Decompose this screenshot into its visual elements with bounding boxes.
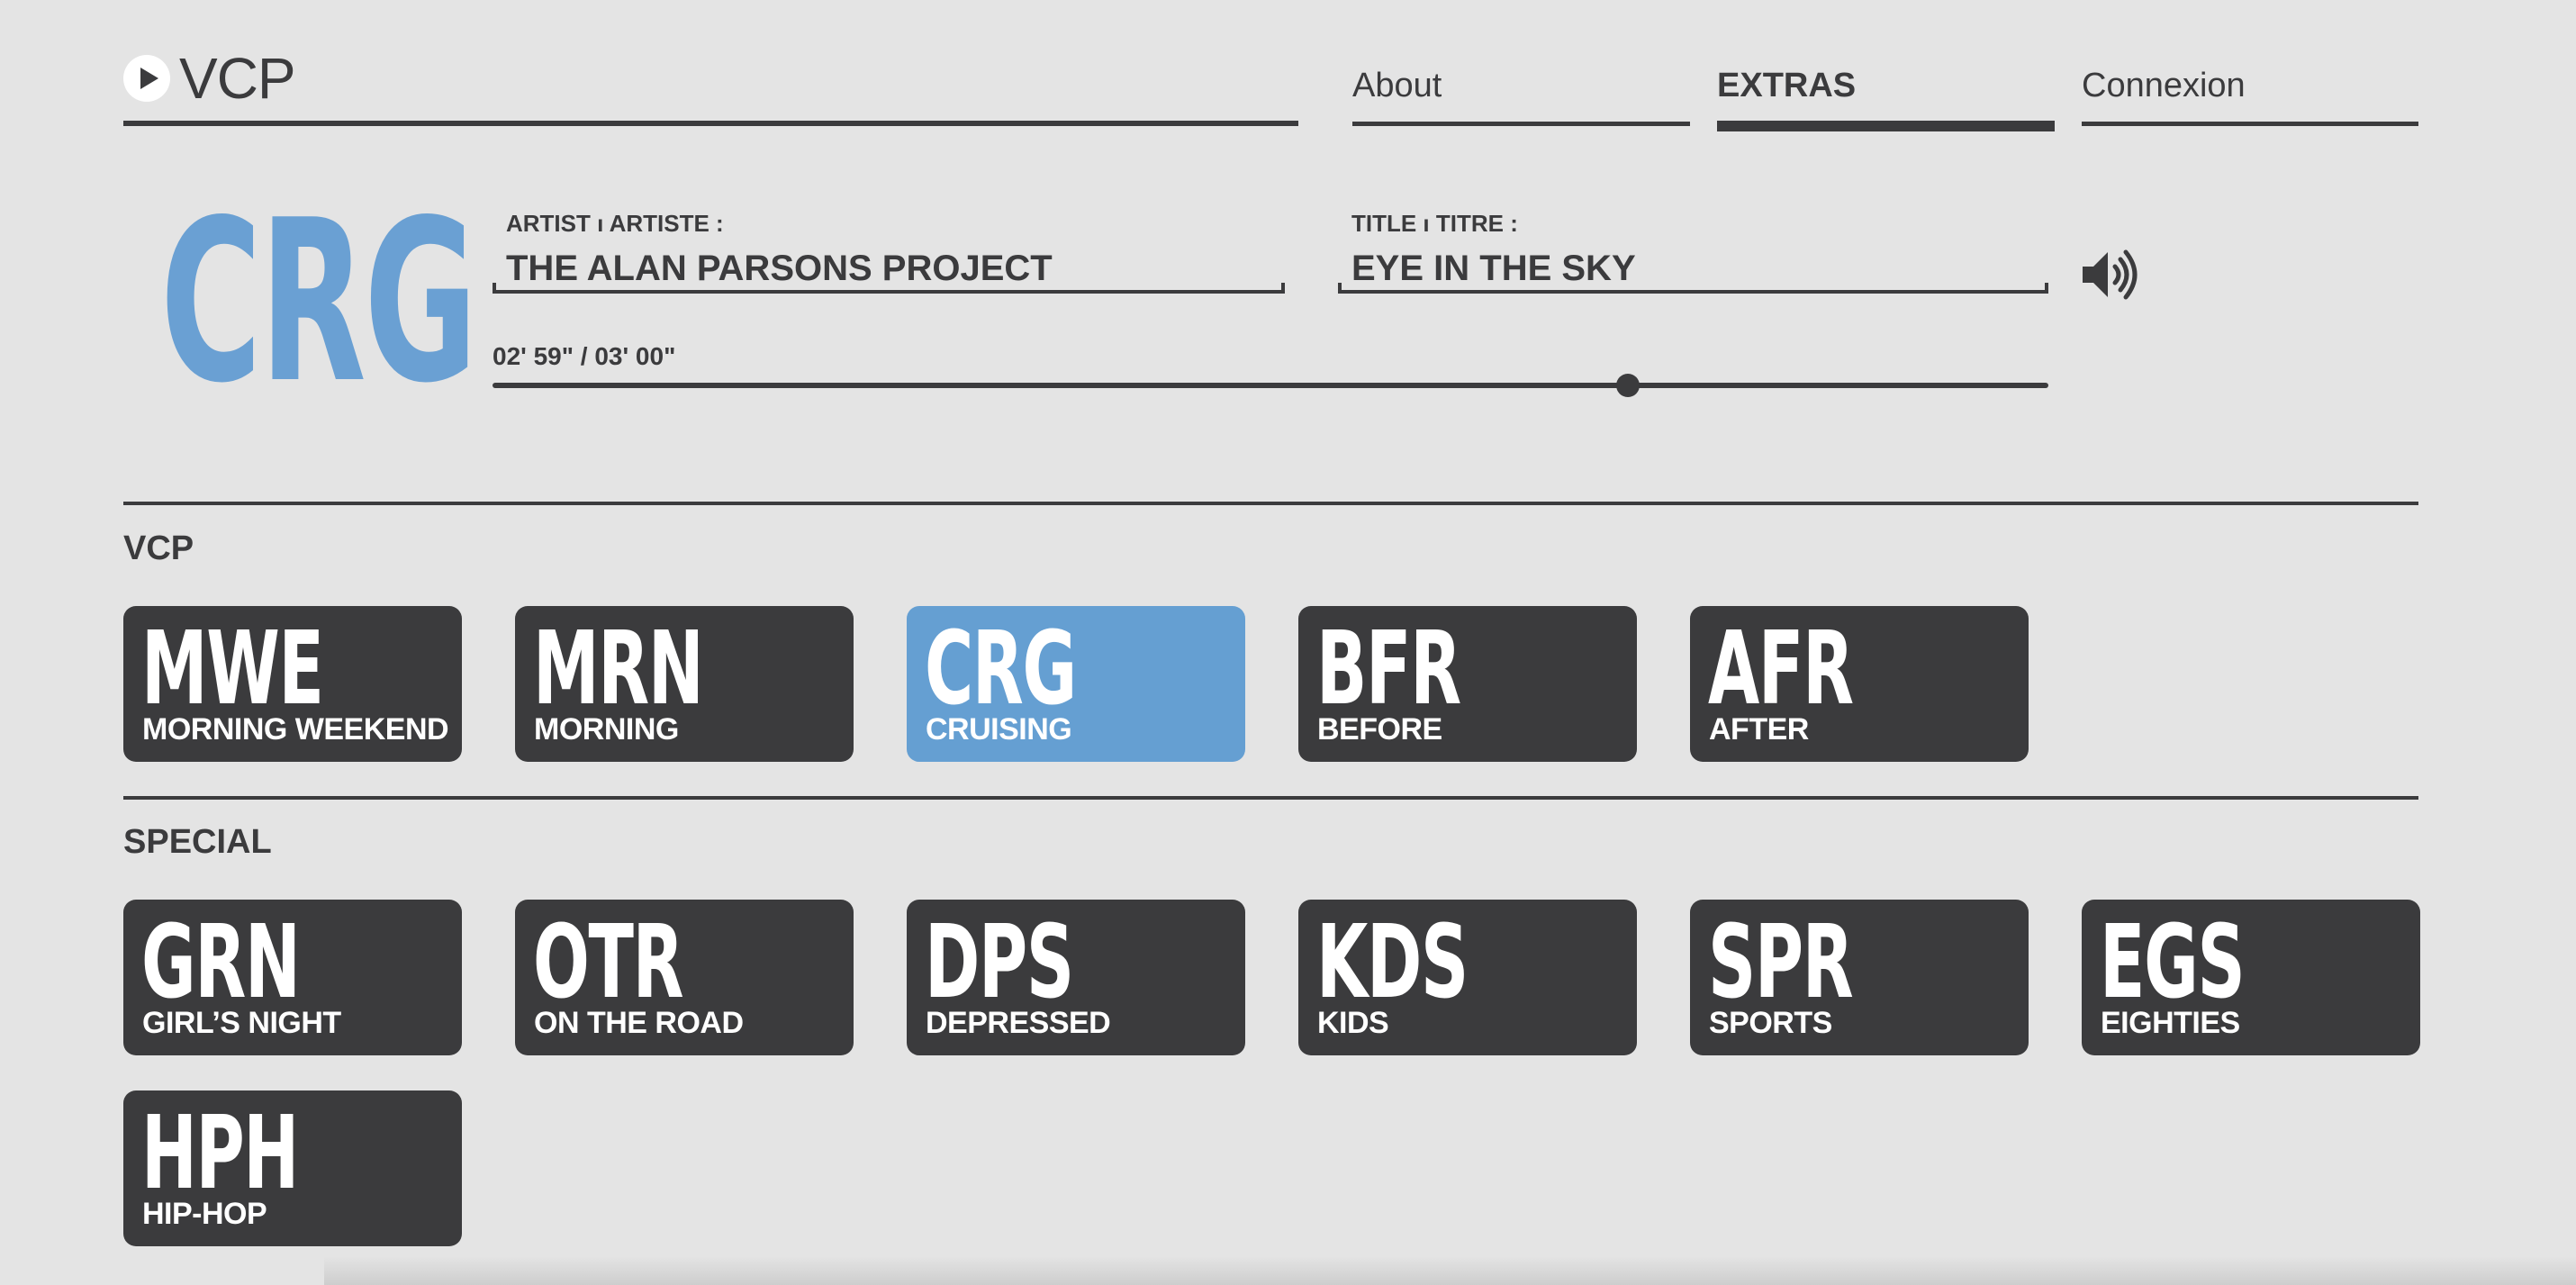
channel-name: MORNING: [534, 712, 679, 747]
channel-tile-otr[interactable]: OTR ON THE ROAD: [515, 900, 854, 1055]
section-divider: [123, 502, 2418, 505]
channel-name: DEPRESSED: [926, 1006, 1111, 1040]
channel-tile-hph[interactable]: HPH HIP-HOP: [123, 1090, 462, 1246]
channel-code: HPH: [141, 1095, 299, 1212]
channel-name: CRUISING: [926, 712, 1072, 747]
channel-code: BFR: [1316, 611, 1461, 728]
section-divider: [123, 796, 2418, 800]
channel-tile-dps[interactable]: DPS DEPRESSED: [907, 900, 1245, 1055]
channel-name: ON THE ROAD: [534, 1006, 744, 1040]
title-value: EYE IN THE SKY: [1351, 249, 1636, 288]
channel-tile-afr[interactable]: AFR AFTER: [1690, 606, 2029, 762]
channel-tile-mwe[interactable]: MWE MORNING WEEKEND: [123, 606, 462, 762]
title-label: TITLE ı TITRE :: [1351, 210, 1518, 237]
nav-about[interactable]: About: [1352, 63, 1690, 126]
artist-field-rule: [493, 283, 1285, 294]
channel-name: KIDS: [1317, 1006, 1389, 1040]
section-title-vcp: VCP: [123, 529, 194, 567]
site-logo[interactable]: VCP: [123, 46, 296, 111]
channel-code: AFR: [1708, 611, 1854, 728]
logo-text: VCP: [179, 46, 296, 111]
channel-code: SPR: [1708, 904, 1854, 1021]
channel-tile-spr[interactable]: SPR SPORTS: [1690, 900, 2029, 1055]
bottom-shadow: [324, 1256, 2576, 1285]
channel-name: BEFORE: [1317, 712, 1442, 747]
progress-bar[interactable]: [493, 383, 2048, 388]
title-field-rule: [1338, 283, 2048, 294]
channel-code: GRN: [141, 904, 301, 1021]
header-rule: [123, 121, 1298, 126]
channel-tile-crg[interactable]: CRG CRUISING: [907, 606, 1245, 762]
channel-tile-mrn[interactable]: MRN MORNING: [515, 606, 854, 762]
nav-extras-label: EXTRAS: [1717, 67, 1857, 104]
channel-code: OTR: [533, 904, 684, 1021]
speaker-volume-icon[interactable]: [2081, 249, 2147, 301]
channel-tile-bfr[interactable]: BFR BEFORE: [1298, 606, 1637, 762]
channel-code: DPS: [925, 904, 1074, 1021]
nav-extras[interactable]: EXTRAS: [1717, 63, 2055, 131]
current-channel-code: CRG: [160, 173, 477, 432]
channel-tile-grn[interactable]: GRN GIRL’S NIGHT: [123, 900, 462, 1055]
channel-tile-kds[interactable]: KDS KIDS: [1298, 900, 1637, 1055]
section-title-special: SPECIAL: [123, 823, 272, 861]
nav-underline-active: [1717, 121, 2055, 131]
artist-value: THE ALAN PARSONS PROJECT: [506, 249, 1053, 288]
nav-underline: [2082, 122, 2418, 126]
play-circle-icon: [123, 55, 170, 102]
channel-name: MORNING WEEKEND: [142, 712, 449, 747]
channel-name: SPORTS: [1709, 1006, 1832, 1040]
channel-code: MRN: [533, 611, 704, 728]
nav-about-label: About: [1352, 67, 1442, 104]
artist-label: ARTIST ı ARTISTE :: [506, 210, 724, 237]
channel-name: HIP-HOP: [142, 1197, 267, 1231]
progress-handle[interactable]: [1616, 374, 1641, 397]
playback-time: 02' 59" / 03' 00": [493, 342, 676, 370]
channel-name: EIGHTIES: [2101, 1006, 2240, 1040]
channel-tile-egs[interactable]: EGS EIGHTIES: [2082, 900, 2420, 1055]
channel-name: AFTER: [1709, 712, 1809, 747]
channel-code: CRG: [925, 611, 1077, 728]
nav-connexion[interactable]: Connexion: [2082, 63, 2418, 126]
channel-name: GIRL’S NIGHT: [142, 1006, 341, 1040]
channel-code: EGS: [2100, 904, 2246, 1021]
channel-code: KDS: [1316, 904, 1469, 1021]
nav-underline: [1352, 122, 1690, 126]
nav-connexion-label: Connexion: [2082, 67, 2246, 104]
channel-code: MWE: [141, 611, 324, 728]
